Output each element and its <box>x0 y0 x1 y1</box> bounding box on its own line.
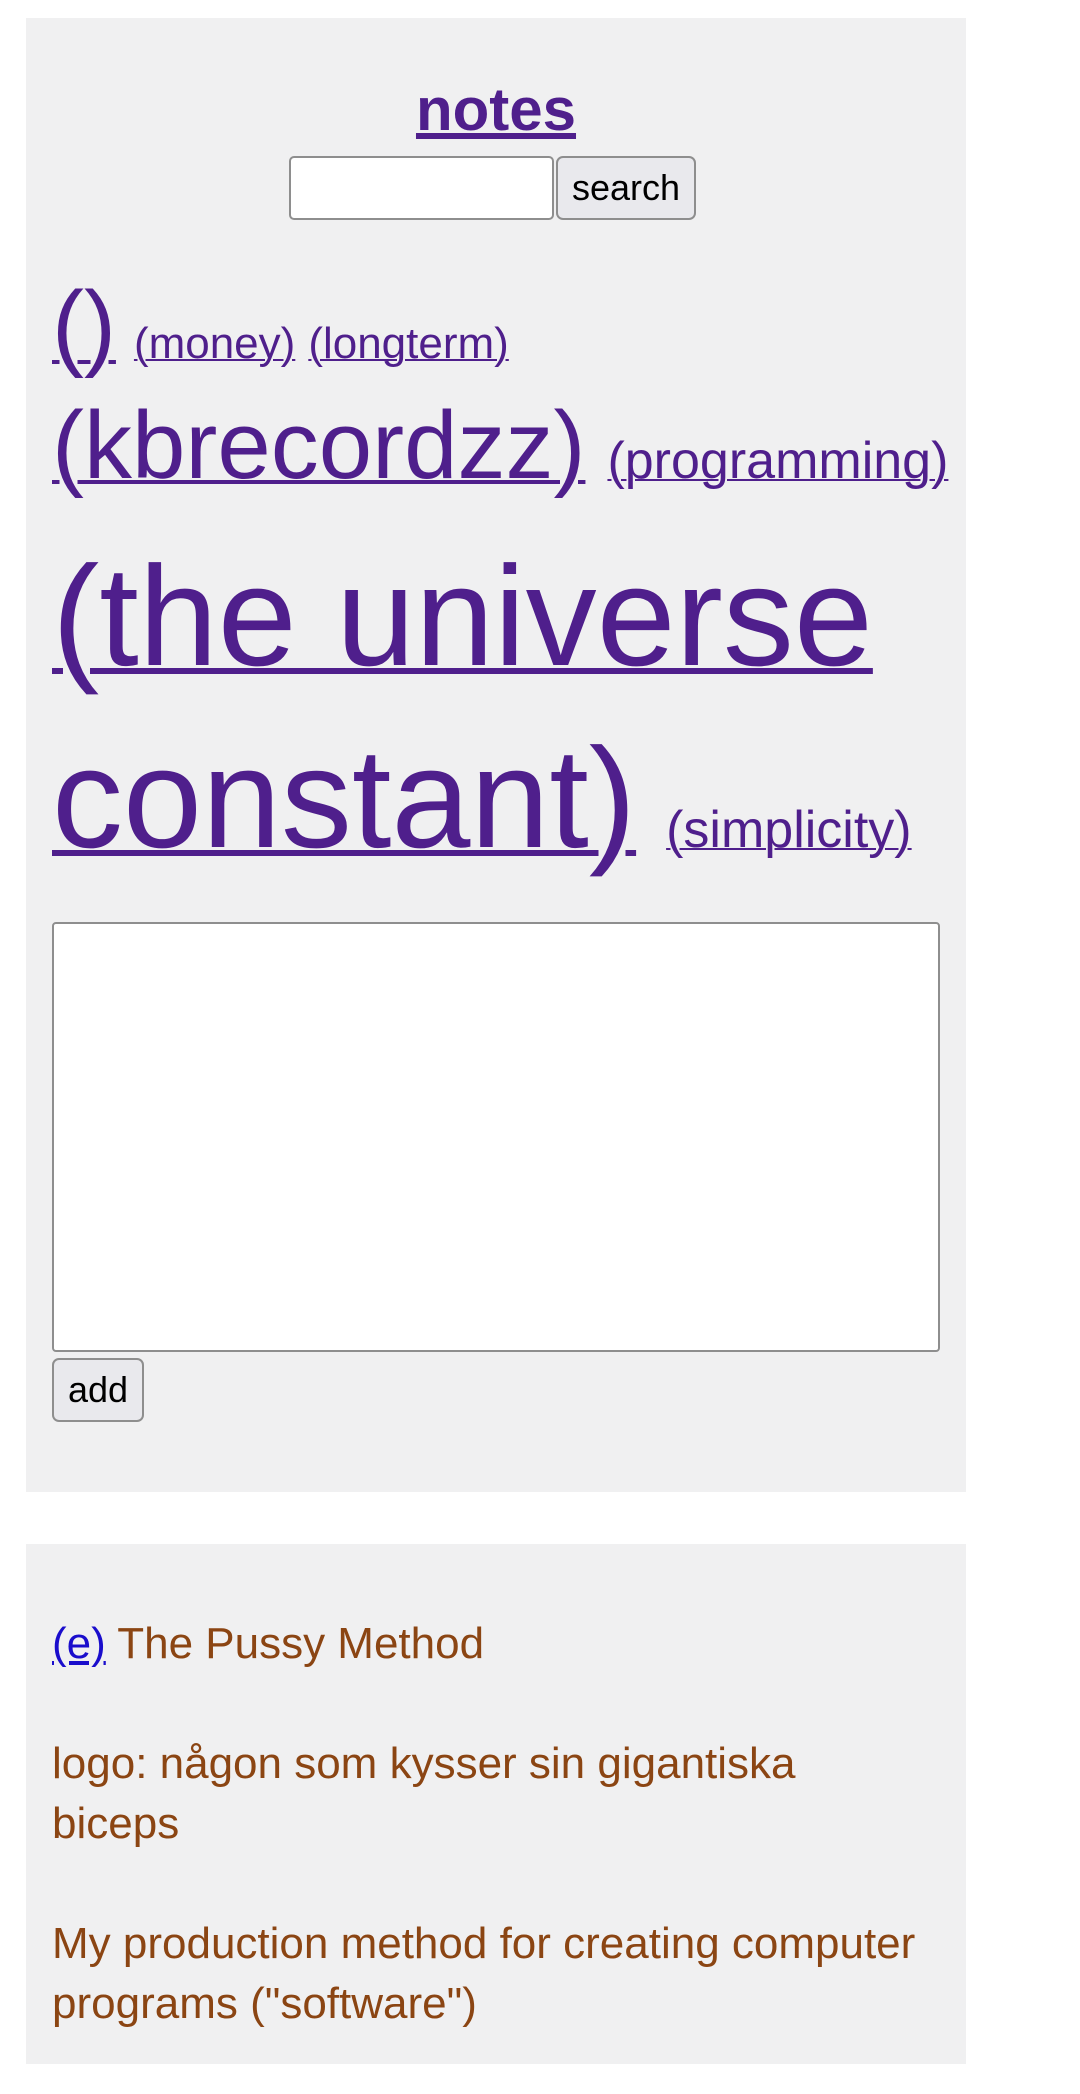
tag-link-empty[interactable]: () <box>52 272 116 379</box>
tag-link-kbrecordzz[interactable]: (kbrecordzz) <box>52 392 585 499</box>
note-header: (e) The Pussy Method <box>52 1614 932 1674</box>
note-body: (e) The Pussy Method logo: någon som kys… <box>52 1614 932 2094</box>
search-input[interactable] <box>289 156 554 220</box>
add-button[interactable]: add <box>52 1358 145 1422</box>
note-paragraph: My production method for creating comput… <box>52 1919 916 2028</box>
notes-panel: notes search () (money) (longterm) (kbreco… <box>26 18 966 1492</box>
note-textarea[interactable] <box>52 922 940 1352</box>
tag-link-simplicity[interactable]: (simplicity) <box>666 801 912 859</box>
search-button[interactable]: search <box>556 156 697 220</box>
tag-link-programming[interactable]: (programming) <box>607 432 948 490</box>
edit-note-link[interactable]: (e) <box>52 1619 106 1668</box>
search-form: search <box>289 156 697 220</box>
page-title: notes <box>26 74 966 146</box>
tag-link-money[interactable]: (money) <box>134 319 295 368</box>
note-card: (e) The Pussy Method logo: någon som kys… <box>26 1544 966 2064</box>
tag-link-longterm[interactable]: (longterm) <box>308 319 509 368</box>
note-paragraph: logo: någon som kysser sin gigantiska bi… <box>52 1739 796 1848</box>
note-title: The Pussy Method <box>117 1619 485 1668</box>
notes-title-link[interactable]: notes <box>416 76 576 143</box>
